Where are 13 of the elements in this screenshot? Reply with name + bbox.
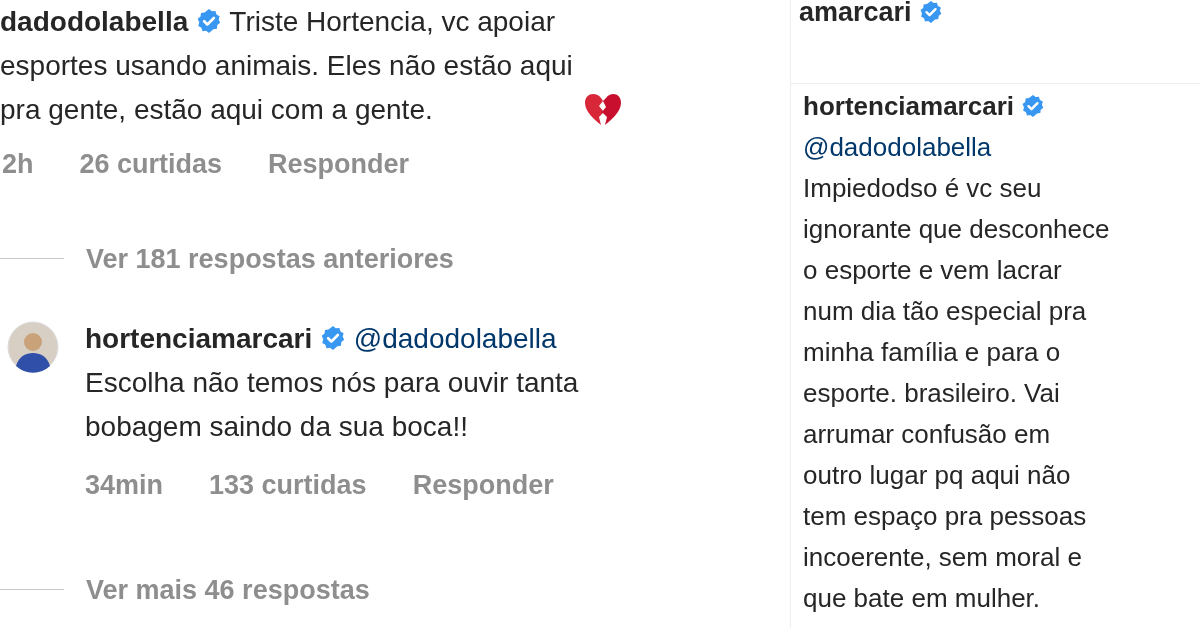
mention-link[interactable]: @dadodolabella <box>353 323 557 354</box>
comment-text: Triste Hortencia, vc apoiar <box>229 6 556 37</box>
comment-text: Escolha não temos nós para ouvir tanta bobagem saindo da sua boca!! <box>85 366 580 444</box>
avatar[interactable] <box>7 321 59 373</box>
username[interactable]: hortenciamarcari <box>85 323 313 354</box>
username[interactable]: amarcari <box>799 0 912 27</box>
username[interactable]: dadodolabella <box>0 6 189 37</box>
comment-text: Impiedodso é vc seu ignorante que desconhece o esporte e vem lacrar num dia tão especial pra minha família e para o esporte. brasileiro. Vai arrumar confusão em outro lugar pq aqui não tem espaço pra pessoas incoerente, sem moral e que bate em mulher. <box>803 172 1111 615</box>
timestamp: 2h <box>2 148 34 181</box>
comment-text: esportes usando animais. Eles não estão aqui pra gente, estão aqui com a gente. <box>0 49 573 127</box>
username[interactable]: hortenciamarcari <box>803 91 1014 121</box>
mention-link[interactable]: @dadodolabella <box>803 127 1200 168</box>
timestamp: 34min <box>85 469 164 502</box>
